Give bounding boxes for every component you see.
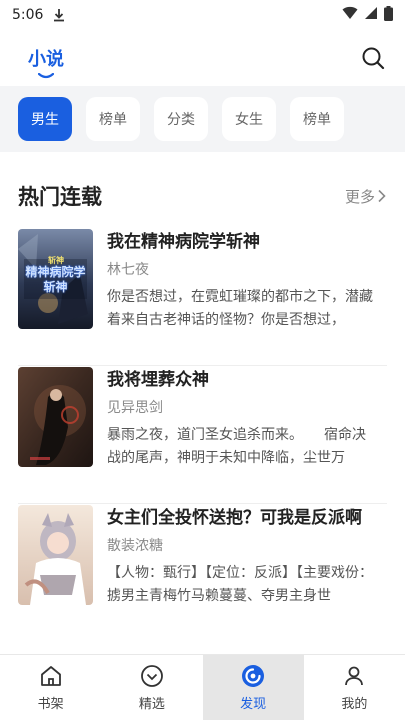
featured-icon [139,663,165,689]
book-title: 我将埋葬众神 [107,370,209,390]
status-time: 5:06 [12,7,44,23]
book-list: 斩神 精神病院学斩神 我在精神病院学斩神 林七夜 你是否想过，在霓虹璀璨的都市之… [18,228,387,642]
book-author: 见异思剑 [107,400,163,416]
filter-chip-female[interactable]: 女生 [222,97,276,141]
tab-novel[interactable]: 小说 [28,45,64,79]
section-title: 热门连载 [18,185,102,209]
tab-underline [38,73,54,79]
book-author: 林七夜 [107,262,149,278]
cover-title-text: 精神病院学斩神 [25,265,86,294]
book-info: 我将埋葬众神 见异思剑 暴雨之夜，道门圣女追杀而来。 宿命决战的尾声，神明于未知… [107,366,377,503]
nav-discover[interactable]: 发现 [202,655,304,720]
more-label: 更多 [344,187,375,206]
search-icon [362,47,385,70]
book-item[interactable]: 女主们全投怀送抱？可我是反派啊 散装浓糖 【人物：甄行】【定位：反派】【主要戏份… [18,504,387,642]
nav-featured-label: 精选 [138,697,165,712]
search-button[interactable] [359,44,387,72]
more-link[interactable]: 更多 [345,186,387,207]
nav-profile[interactable]: 我的 [304,655,405,720]
book-desc: 【人物：甄行】【定位：反派】【主要戏份：掳男主青梅竹马赖蔓蔓、夺男主身世 [107,565,373,604]
bookshelf-icon [38,663,64,689]
book-author: 散装浓糖 [107,538,163,554]
signal-icon [364,6,378,24]
wifi-icon [342,6,358,24]
section-header: 热门连载 更多 [0,170,405,222]
nav-discover-label: 发现 [240,697,267,712]
download-icon [53,8,65,22]
book-cover [18,505,93,605]
book-cover [18,367,93,467]
book-cover: 斩神 精神病院学斩神 [18,229,93,329]
nav-bookshelf-label: 书架 [37,697,64,712]
discover-icon [240,663,266,689]
book-desc: 你是否想过，在霓虹璀璨的都市之下，潜藏着来自古老神话的怪物？你是否想过， [107,289,373,328]
chevron-right-icon [378,189,386,203]
filter-chip-category[interactable]: 分类 [154,97,208,141]
tab-novel-label: 小说 [28,49,64,70]
book-title: 女主们全投怀送抱？可我是反派啊 [107,508,362,528]
profile-icon [341,663,367,689]
book-item[interactable]: 我将埋葬众神 见异思剑 暴雨之夜，道门圣女追杀而来。 宿命决战的尾声，神明于未知… [18,366,387,504]
nav-profile-label: 我的 [341,697,368,712]
book-item[interactable]: 斩神 精神病院学斩神 我在精神病院学斩神 林七夜 你是否想过，在霓虹璀璨的都市之… [18,228,387,366]
book-desc: 暴雨之夜，道门圣女追杀而来。 宿命决战的尾声，神明于未知中降临，尘世万 [107,427,366,466]
battery-icon [384,5,393,25]
book-info: 女主们全投怀送抱？可我是反派啊 散装浓糖 【人物：甄行】【定位：反派】【主要戏份… [107,504,377,642]
filter-chip-male[interactable]: 男生 [18,97,72,141]
filter-bar: 男生 榜单 分类 女生 榜单 [0,86,405,152]
filter-chip-ranking-female[interactable]: 榜单 [290,97,344,141]
nav-featured[interactable]: 精选 [101,655,202,720]
status-bar: 5:06 [0,0,405,30]
bottom-nav: 书架 精选 发现 我的 [0,654,405,720]
filter-chip-ranking[interactable]: 榜单 [86,97,140,141]
nav-bookshelf[interactable]: 书架 [0,655,101,720]
book-info: 我在精神病院学斩神 林七夜 你是否想过，在霓虹璀璨的都市之下，潜藏着来自古老神话… [107,228,377,365]
app-header: 小说 [0,30,405,86]
book-title: 我在精神病院学斩神 [107,232,260,252]
